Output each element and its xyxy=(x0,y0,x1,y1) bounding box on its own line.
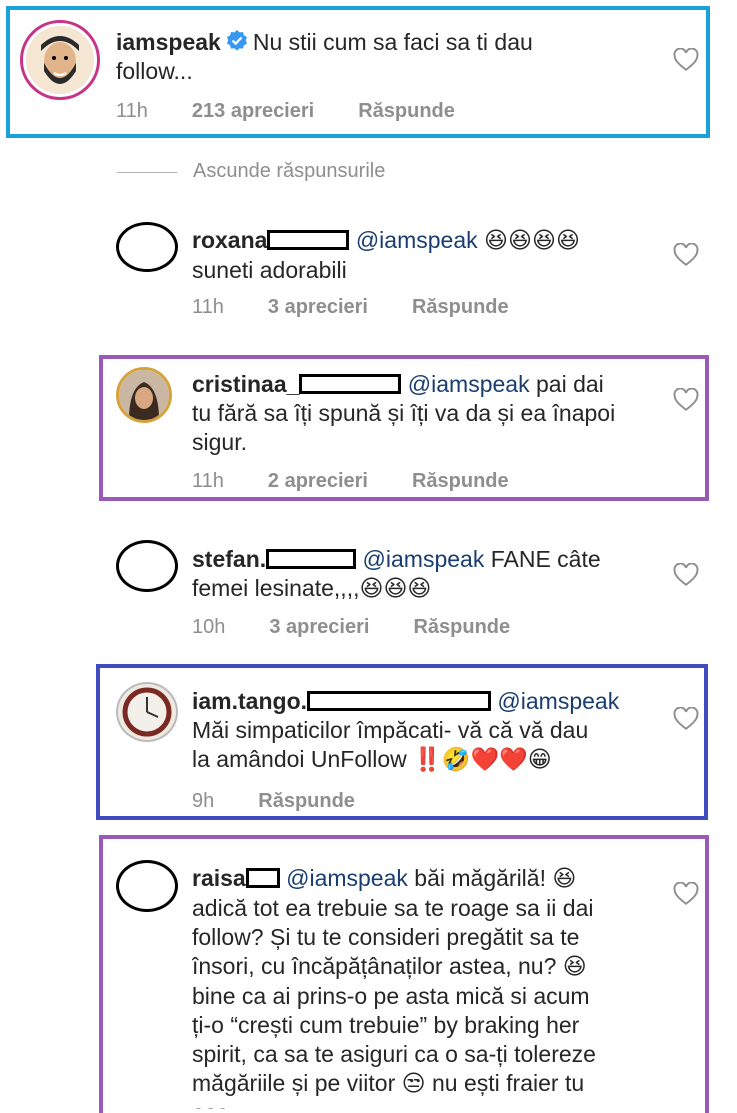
comment-body: raisa @iamspeak băi măgărilă! 😆 adică to… xyxy=(192,864,672,1109)
emoji-text: 😒 xyxy=(401,1071,426,1097)
comment-text-line4: însori, cu încăpățânaților astea, nu? xyxy=(192,953,557,979)
comment-username[interactable]: raisa xyxy=(192,865,246,891)
avatar[interactable] xyxy=(116,860,178,912)
comment-text: băi măgărilă! xyxy=(414,865,546,891)
comment-text-line2: adică tot ea trebuie sa te roage sa ii d… xyxy=(192,895,594,921)
mention-link[interactable]: @iamspeak xyxy=(286,865,408,891)
comment-text-line6: ți-o “crești cum trebuie” by braking her xyxy=(192,1012,580,1038)
comment-text-line8: măgăriile și pe viitor xyxy=(192,1070,396,1096)
emoji-text: 😆 xyxy=(552,866,577,892)
reply-comment: raisa @iamspeak băi măgărilă! 😆 adică to… xyxy=(0,0,737,1113)
comment-text-line3: follow? Și tu te consideri pregătit sa t… xyxy=(192,924,580,950)
like-heart-icon[interactable] xyxy=(673,882,699,906)
comment-text-line9: asa xyxy=(192,1100,229,1109)
comment-text-line5: bine ca ai prins-o pe asta mică si acum xyxy=(192,983,590,1009)
emoji-text: 😆 xyxy=(562,954,587,980)
comment-text-line8-tail: nu ești fraier tu xyxy=(432,1070,585,1096)
redaction-box xyxy=(245,868,280,888)
comment-text-line7: spirit, ca sa te asiguri ca o sa-ți tole… xyxy=(192,1041,596,1067)
